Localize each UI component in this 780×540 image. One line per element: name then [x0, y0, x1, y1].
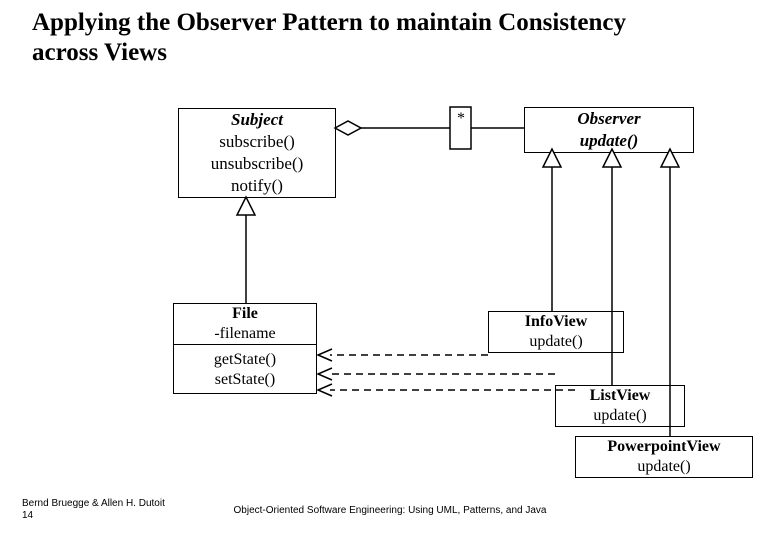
classname: Subject — [179, 109, 335, 131]
method: getState() — [174, 344, 316, 370]
page-title: Applying the Observer Pattern to maintai… — [32, 8, 692, 68]
class-subject: Subject subscribe() unsubscribe() notify… — [178, 108, 336, 198]
method: update() — [576, 457, 752, 477]
classname: PowerpointView — [576, 437, 752, 457]
method: notify() — [179, 175, 335, 197]
class-file: File -filename getState() setState() — [173, 303, 317, 394]
multiplicity-star: * — [457, 110, 465, 128]
method: update() — [556, 406, 684, 426]
classname: Observer — [525, 108, 693, 130]
method: update() — [489, 332, 623, 352]
class-infoview: InfoView update() — [488, 311, 624, 353]
classname: InfoView — [489, 312, 623, 332]
method: unsubscribe() — [179, 153, 335, 175]
class-listview: ListView update() — [555, 385, 685, 427]
class-pptview: PowerpointView update() — [575, 436, 753, 478]
class-observer: Observer update() — [524, 107, 694, 153]
method: update() — [525, 130, 693, 152]
classname: ListView — [556, 386, 684, 406]
footer-book-title: Object-Oriented Software Engineering: Us… — [0, 505, 780, 516]
method: setState() — [174, 370, 316, 393]
method: subscribe() — [179, 131, 335, 153]
classname: File — [174, 304, 316, 324]
attribute: -filename — [174, 324, 316, 344]
slide: Applying the Observer Pattern to maintai… — [0, 0, 780, 540]
